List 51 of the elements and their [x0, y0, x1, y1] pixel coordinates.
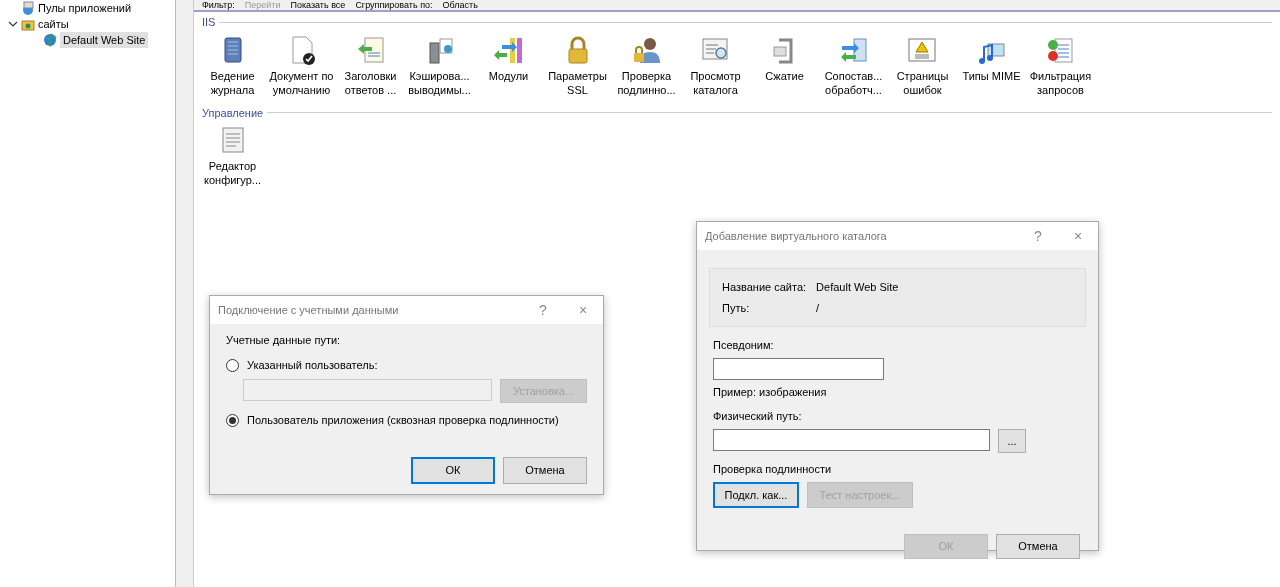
browse-button[interactable]: ... [998, 428, 1026, 453]
physical-path-field[interactable] [713, 428, 990, 451]
feature-label[interactable]: Кэширова... выводимы... [405, 68, 474, 97]
tree-item[interactable]: сайты [38, 15, 69, 33]
globe-icon [43, 33, 57, 47]
ok-button[interactable]: ОК [411, 457, 495, 484]
section-title: IIS [202, 15, 216, 30]
toolbar-button[interactable]: Показать все [290, 0, 346, 11]
connect-as-button[interactable]: Подкл. как... [713, 481, 799, 508]
dialog-title: Подключение с учетными данными [218, 302, 399, 318]
group-by-value[interactable]: Область [442, 0, 478, 11]
feature-label[interactable]: Документ по умолчанию [267, 68, 336, 97]
feature-label[interactable]: Проверка подлинно... [612, 68, 681, 97]
folder-icon [21, 17, 35, 31]
feature-label[interactable]: Редактор конфигур... [198, 159, 267, 187]
info-value: Default Web Site [816, 280, 900, 295]
field-label: Псевдоним: [713, 338, 775, 353]
section-label: Проверка подлинности [713, 462, 833, 477]
feature-label[interactable]: Просмотр каталога [681, 68, 750, 97]
group-label: Учетные данные пути: [226, 333, 342, 348]
feature-label[interactable]: Типы MIME [962, 68, 1021, 83]
help-button[interactable]: ? [1018, 225, 1058, 247]
field-label: Физический путь: [713, 409, 803, 424]
feature-label[interactable]: Страницы ошибок [888, 68, 957, 97]
feature-label[interactable]: Ведение журнала [198, 68, 267, 97]
dialog-title: Добавление виртуального каталога [705, 228, 887, 244]
toolbar-label: Сгруппировать по: [355, 0, 433, 11]
info-label: Путь: [722, 300, 751, 316]
feature-label[interactable]: Сжатие [765, 68, 804, 83]
close-button[interactable]: × [1058, 225, 1098, 247]
help-button[interactable]: ? [523, 299, 563, 321]
example-text: Пример: изображения [713, 384, 828, 400]
radio-label[interactable]: Пользователь приложения (сквозная проверка подлинности) [247, 411, 559, 429]
section-title: Управление [202, 105, 264, 121]
cancel-button[interactable]: Отмена [996, 534, 1080, 559]
feature-label[interactable]: Сопостав... обработч... [819, 68, 888, 97]
close-button[interactable]: × [563, 299, 603, 321]
radio-button[interactable] [226, 413, 239, 427]
radio-button[interactable] [226, 359, 239, 372]
toolbar-label: Фильтр: [202, 0, 235, 11]
info-label: Название сайта: [722, 280, 807, 295]
radio-label[interactable]: Указанный пользователь: [247, 357, 378, 374]
info-value: / [816, 300, 821, 316]
alias-field[interactable] [713, 357, 884, 380]
feature-label[interactable]: Параметры SSL [543, 68, 612, 97]
tree-item[interactable]: Пулы приложений [38, 0, 132, 17]
cancel-button[interactable]: Отмена [503, 457, 587, 484]
feature-label[interactable]: Заголовки ответов ... [336, 68, 405, 97]
feature-label[interactable]: Модули [488, 68, 529, 83]
feature-label[interactable]: Фильтрация запросов [1026, 68, 1095, 97]
tree-item[interactable]: Default Web Site [60, 31, 149, 49]
